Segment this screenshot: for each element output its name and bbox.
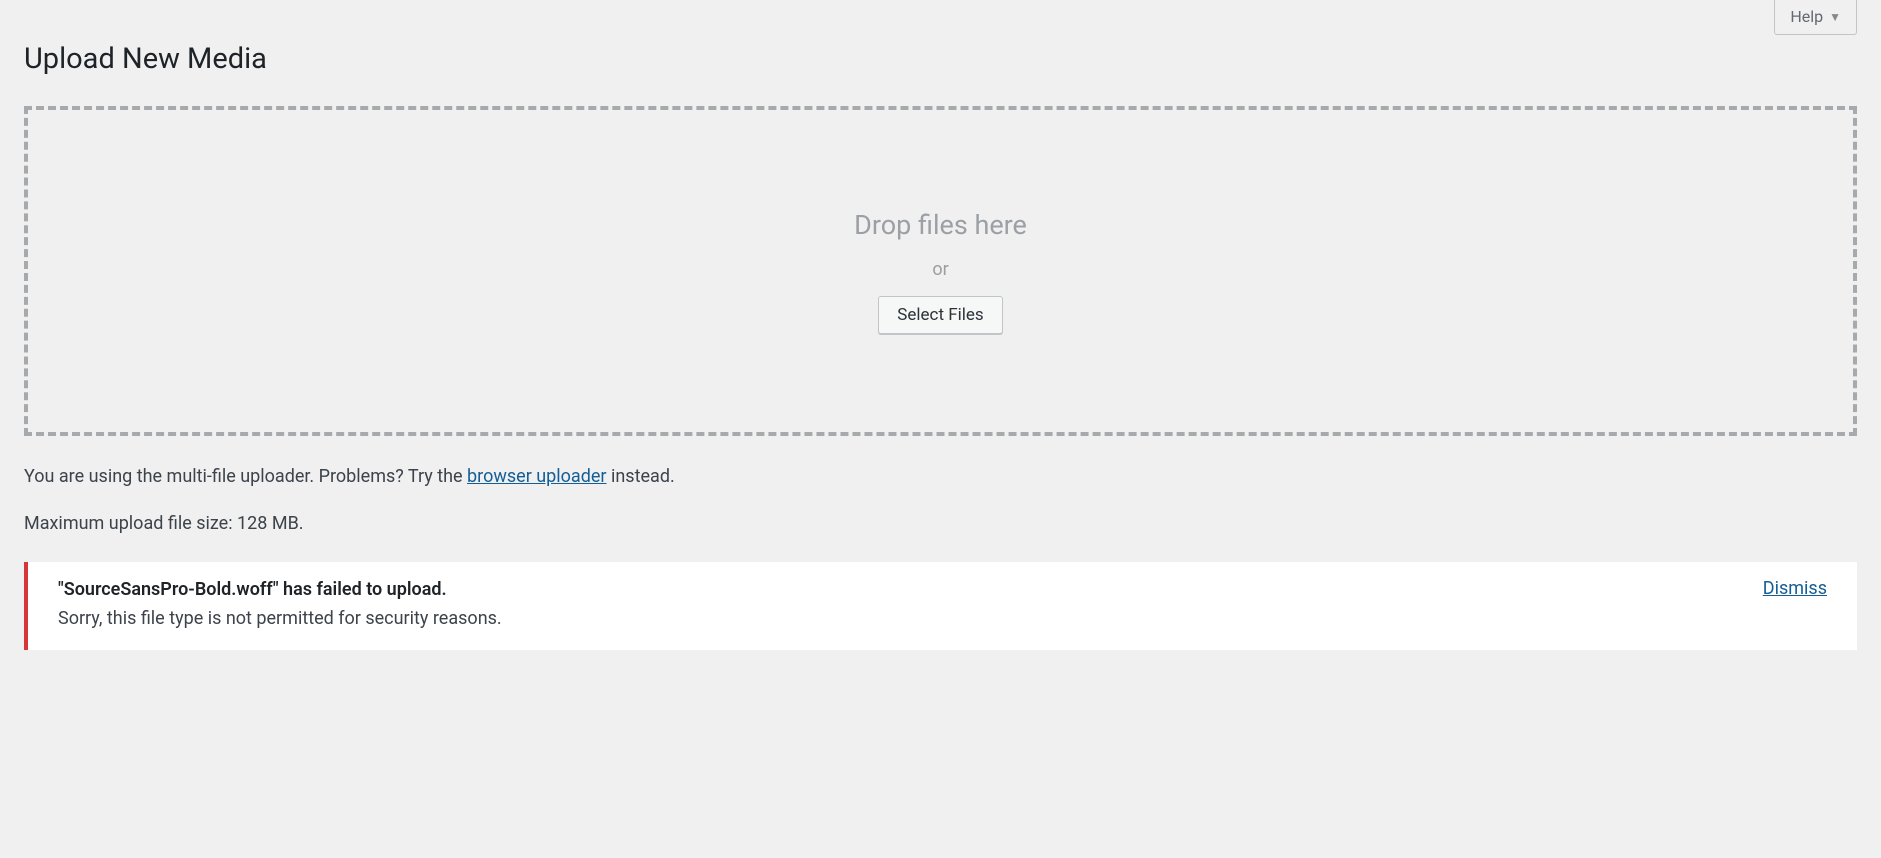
info-prefix: You are using the multi-file uploader. P… (24, 466, 467, 487)
uploader-info: You are using the multi-file uploader. P… (24, 466, 1857, 487)
error-title: "SourceSansPro-Bold.woff" has failed to … (58, 576, 1743, 603)
error-failed-text: has failed to upload. (279, 579, 447, 600)
chevron-down-icon: ▼ (1829, 10, 1841, 24)
help-tab[interactable]: Help ▼ (1774, 0, 1857, 35)
browser-uploader-link[interactable]: browser uploader (467, 466, 606, 487)
max-upload-size: Maximum upload file size: 128 MB. (24, 513, 1857, 534)
info-suffix: instead. (607, 466, 675, 487)
error-filename: "SourceSansPro-Bold.woff" (58, 579, 279, 600)
dismiss-link[interactable]: Dismiss (1763, 578, 1827, 599)
dropzone-instruction: Drop files here (854, 209, 1027, 241)
error-detail: Sorry, this file type is not permitted f… (58, 605, 1743, 634)
page-title: Upload New Media (24, 22, 1857, 96)
dropzone-or: or (932, 259, 948, 280)
help-label: Help (1790, 7, 1823, 26)
upload-error-notice: "SourceSansPro-Bold.woff" has failed to … (24, 562, 1857, 650)
file-dropzone[interactable]: Drop files here or Select Files (24, 106, 1857, 436)
select-files-button[interactable]: Select Files (878, 296, 1002, 334)
